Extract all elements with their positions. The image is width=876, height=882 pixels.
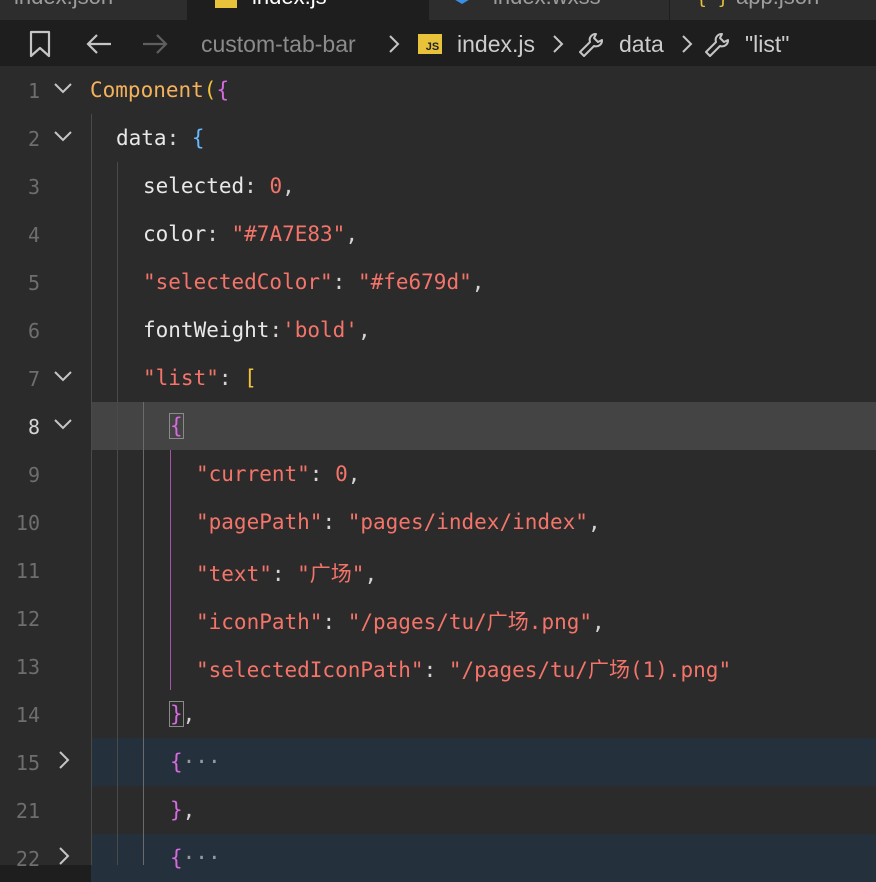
line-number: 21: [15, 799, 40, 823]
code-text: {: [169, 413, 184, 439]
code-text: data: {: [116, 126, 205, 150]
json-braces-icon: { }: [696, 0, 729, 8]
matched-brace: }: [169, 701, 184, 727]
svg-text:{ }: { }: [696, 0, 729, 8]
line-number: 8: [27, 415, 40, 439]
indent-guide: [117, 162, 118, 865]
line-number: 1: [27, 79, 40, 103]
code-line: 9 "current": 0,: [0, 450, 876, 498]
indent-guide-bracket: [170, 450, 171, 690]
code-text: color: "#7A7E83",: [143, 222, 358, 246]
code-line: 4 color: "#7A7E83",: [0, 210, 876, 258]
fold-chevron-right-icon[interactable]: [55, 844, 75, 868]
breadcrumb-file[interactable]: index.js: [457, 31, 535, 58]
code-text: selected: 0,: [143, 174, 295, 198]
code-editor[interactable]: 1 Component({ 2 data: { 3 selected: 0, 4…: [0, 66, 876, 882]
tab-label: index.json: [14, 0, 113, 10]
code-text: "text": "广场",: [196, 562, 378, 586]
code-line: 1 Component({: [0, 66, 876, 114]
chevron-right-icon: [389, 35, 400, 53]
back-arrow-icon[interactable]: [85, 32, 113, 56]
code-text: "pagePath": "pages/index/index",: [196, 510, 601, 534]
fold-chevron-right-icon[interactable]: [55, 748, 75, 772]
tab-index-js[interactable]: index.js: [188, 0, 429, 20]
tab-index-json[interactable]: index.json: [0, 0, 188, 20]
wxss-file-icon: [455, 0, 469, 4]
code-line: 21 },: [0, 786, 876, 834]
line-number: 2: [27, 127, 40, 151]
code-line-current: 8 {: [0, 402, 876, 450]
indent-guide-active: [143, 402, 144, 865]
code-line: 11 "text": "广场",: [0, 546, 876, 594]
indent-guide: [91, 114, 92, 865]
line-number: 6: [27, 319, 40, 343]
code-line: 6 fontWeight:'bold',: [0, 306, 876, 354]
line-number: 3: [27, 175, 40, 199]
line-number: 5: [27, 271, 40, 295]
code-text: "current": 0,: [196, 462, 361, 486]
code-line-folded: 15 {···: [0, 738, 876, 786]
forward-arrow-icon[interactable]: [141, 32, 169, 56]
line-number: 9: [27, 463, 40, 487]
line-number: 12: [15, 607, 40, 631]
code-text: "iconPath": "/pages/tu/广场.png",: [196, 610, 605, 634]
code-line: 7 "list": [: [0, 354, 876, 402]
code-line: 13 "selectedIconPath": "/pages/tu/广场(1).…: [0, 642, 876, 690]
code-text: "selectedIconPath": "/pages/tu/广场(1).png…: [196, 658, 732, 682]
wrench-icon: [705, 33, 729, 57]
bookmark-icon[interactable]: [28, 30, 52, 58]
breadcrumb-symbol-data[interactable]: data: [619, 31, 664, 58]
code-line: 12 "iconPath": "/pages/tu/广场.png",: [0, 594, 876, 642]
code-text: "list": [: [143, 366, 257, 390]
line-number: 14: [15, 703, 40, 727]
wrench-icon: [579, 33, 603, 57]
code-text: {···: [170, 750, 221, 774]
line-number: 11: [15, 559, 40, 583]
line-number: 10: [15, 511, 40, 535]
editor-tab-strip: index.json index.js index.wxss { } app.j…: [0, 0, 876, 20]
fold-chevron-down-icon[interactable]: [51, 364, 75, 388]
folded-ellipsis: ···: [182, 750, 221, 774]
fold-chevron-down-icon[interactable]: [51, 76, 75, 100]
tab-app-json[interactable]: { } app.json: [670, 0, 876, 20]
matched-brace: {: [169, 413, 184, 439]
chevron-right-icon: [682, 35, 693, 53]
breadcrumb-symbol-list[interactable]: "list": [745, 31, 789, 58]
code-line: 10 "pagePath": "pages/index/index",: [0, 498, 876, 546]
folded-ellipsis: ···: [182, 846, 221, 870]
current-line-highlight: [91, 402, 876, 450]
code-text: "selectedColor": "#fe679d",: [143, 270, 485, 294]
line-number: 7: [27, 367, 40, 391]
code-text: },: [169, 701, 196, 727]
line-number: 22: [15, 847, 40, 871]
breadcrumb-bar: custom-tab-bar JS index.js data "list": [0, 20, 876, 68]
code-line-folded: 22 {···: [0, 834, 876, 882]
code-text: {···: [170, 846, 221, 870]
tab-label: app.json: [736, 0, 819, 10]
chevron-right-icon: [553, 35, 564, 53]
tab-index-wxss[interactable]: index.wxss: [429, 0, 670, 20]
breadcrumb-folder[interactable]: custom-tab-bar: [201, 31, 356, 58]
line-number: 15: [15, 751, 40, 775]
tab-label: index.js: [252, 0, 327, 10]
js-file-icon: JS: [418, 34, 442, 54]
code-line: 3 selected: 0,: [0, 162, 876, 210]
js-file-icon: [215, 0, 237, 8]
code-line: 2 data: {: [0, 114, 876, 162]
code-line: 5 "selectedColor": "#fe679d",: [0, 258, 876, 306]
fold-chevron-down-icon[interactable]: [51, 412, 75, 436]
tab-label: index.wxss: [493, 0, 601, 10]
code-line: 14 },: [0, 690, 876, 738]
line-number: 13: [15, 655, 40, 679]
fold-chevron-down-icon[interactable]: [51, 124, 75, 148]
code-text: },: [170, 798, 196, 822]
line-number: 4: [27, 223, 40, 247]
code-text: fontWeight:'bold',: [143, 318, 371, 342]
code-text: Component({: [90, 78, 230, 102]
